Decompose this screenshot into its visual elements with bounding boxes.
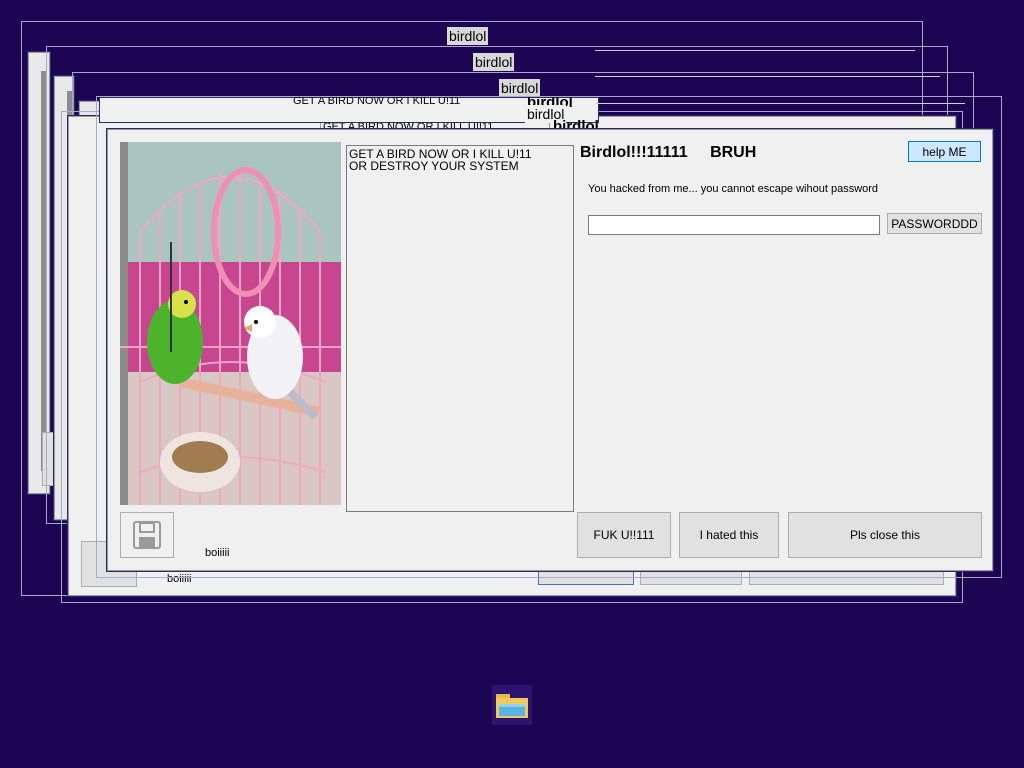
ransom-note-textbox[interactable]: GET A BIRD NOW OR I KILL U!11 OR DESTROY… [346,145,574,512]
back-window-title-2: birdlol [473,53,515,71]
ransom-note-line-2: OR DESTROY YOUR SYSTEM [349,159,519,173]
app-heading: Birdlol!!!11111 BRUH [580,144,756,162]
back-window-3-line [595,76,940,77]
save-button[interactable] [120,512,174,558]
fuk-button[interactable]: FUK U!!111 [577,512,671,558]
back-window-title-1: birdlol [447,27,489,45]
main-window: GET A BIRD NOW OR I KILL U!11 OR DESTROY… [107,129,993,571]
app-heading-suffix: BRUH [710,144,757,161]
floppy-disk-icon [133,521,161,549]
i-hated-this-button[interactable]: I hated this [679,512,779,558]
back-window-2-line [595,50,915,51]
help-button[interactable]: help ME [908,141,981,162]
save-caption: boiiiii [205,547,230,559]
ransom-message: You hacked from me... you cannot escape … [588,183,879,195]
bird-cage-image [120,142,341,505]
bird-photo [120,142,341,505]
back-window-5-line [595,103,965,104]
password-input[interactable] [588,215,880,235]
file-explorer-icon [496,694,528,718]
app-heading-text: Birdlol!!!11111 [580,144,688,161]
password-submit-button[interactable]: PASSWORDDD [887,213,982,234]
taskbar-file-explorer[interactable] [492,685,532,725]
pls-close-this-button[interactable]: Pls close this [788,512,982,558]
